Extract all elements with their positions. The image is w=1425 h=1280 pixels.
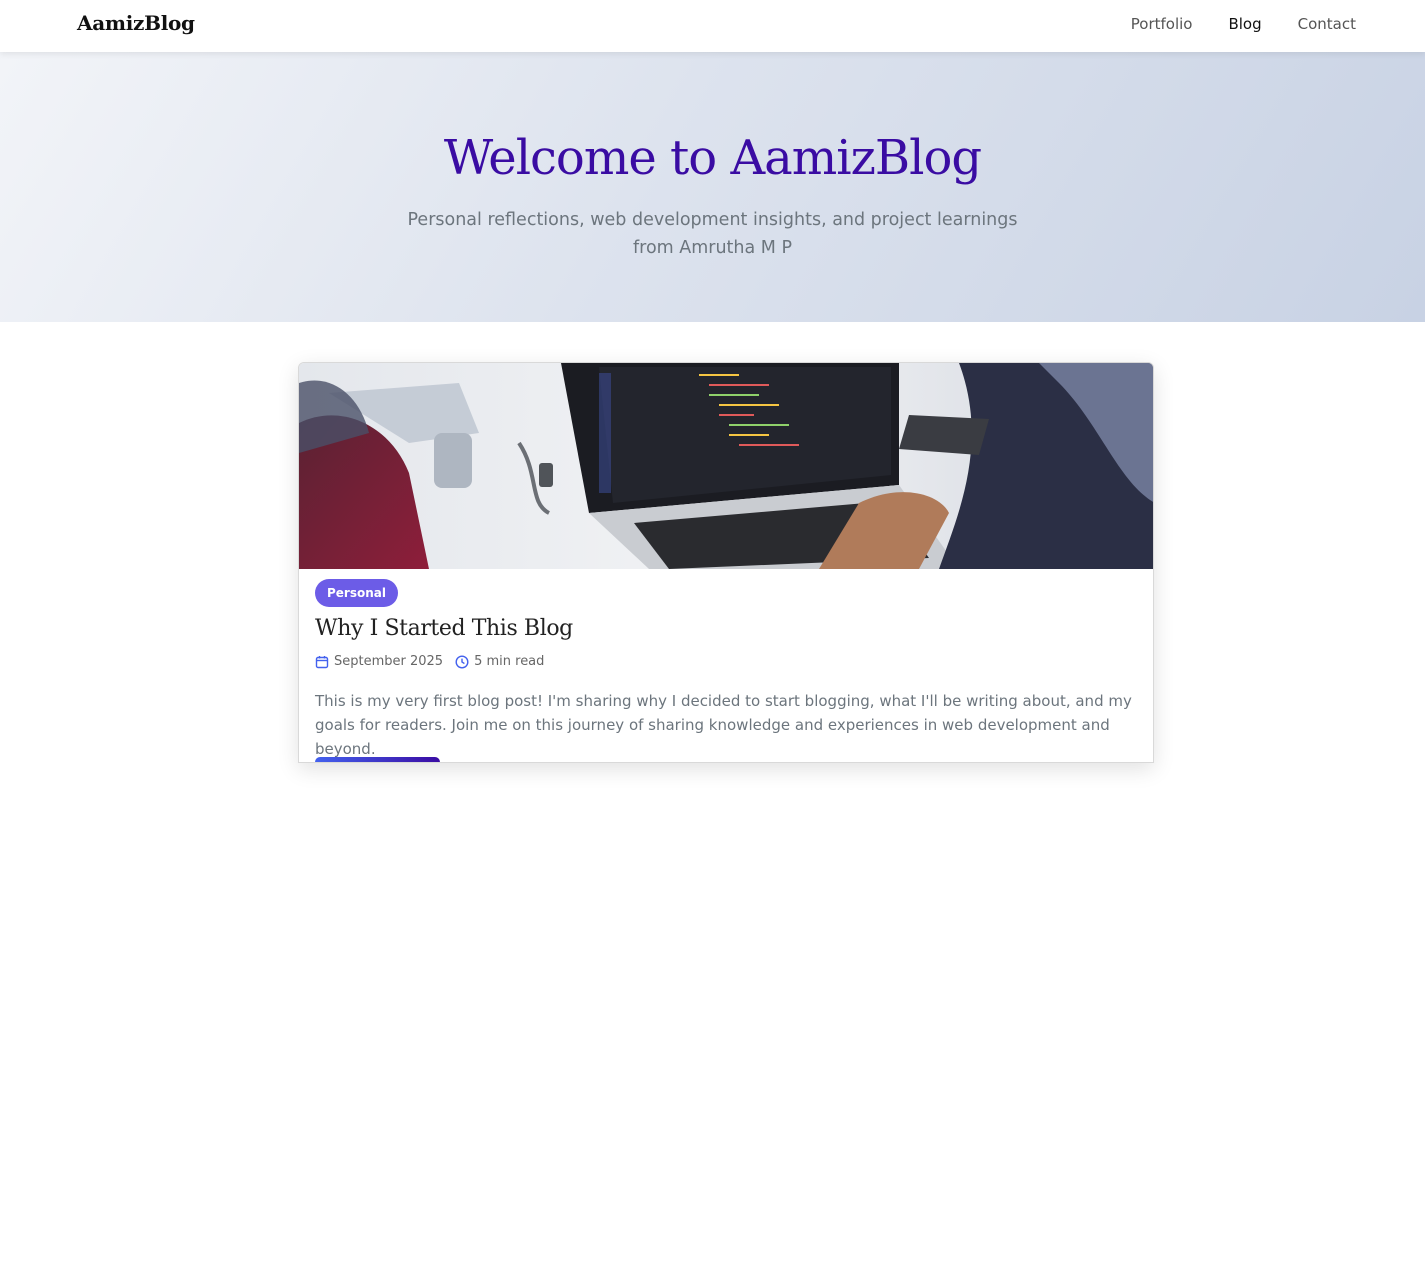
nav-link-contact[interactable]: Contact <box>1298 15 1356 33</box>
nav-link-blog[interactable]: Blog <box>1228 15 1261 33</box>
post-cover-image <box>299 363 1153 569</box>
blog-post-card[interactable]: Personal Why I Started This Blog Septemb… <box>298 362 1154 763</box>
brand-logo-link[interactable]: AamizBlog <box>77 11 195 35</box>
category-badge[interactable]: Personal <box>315 579 398 607</box>
post-meta: September 2025 5 min read <box>315 654 556 669</box>
post-date: September 2025 <box>315 654 443 669</box>
nav-link-portfolio[interactable]: Portfolio <box>1131 15 1193 33</box>
hero-subtitle: Personal reflections, web development in… <box>407 210 1018 258</box>
post-read-time: 5 min read <box>455 654 544 669</box>
clock-icon <box>455 654 469 669</box>
post-excerpt: This is my very first blog post! I'm sha… <box>315 692 1132 758</box>
read-more-button[interactable] <box>315 757 440 762</box>
top-navbar: AamizBlog Portfolio Blog Contact <box>0 0 1425 52</box>
post-title[interactable]: Why I Started This Blog <box>315 616 573 641</box>
hero-title: Welcome to AamizBlog <box>443 130 982 186</box>
post-date-text: September 2025 <box>334 654 444 669</box>
post-read-time-text: 5 min read <box>474 654 545 669</box>
hero-section: Welcome to AamizBlog Personal reflection… <box>0 52 1425 322</box>
nav-links: Portfolio Blog Contact <box>1095 15 1356 33</box>
calendar-icon <box>315 655 329 668</box>
